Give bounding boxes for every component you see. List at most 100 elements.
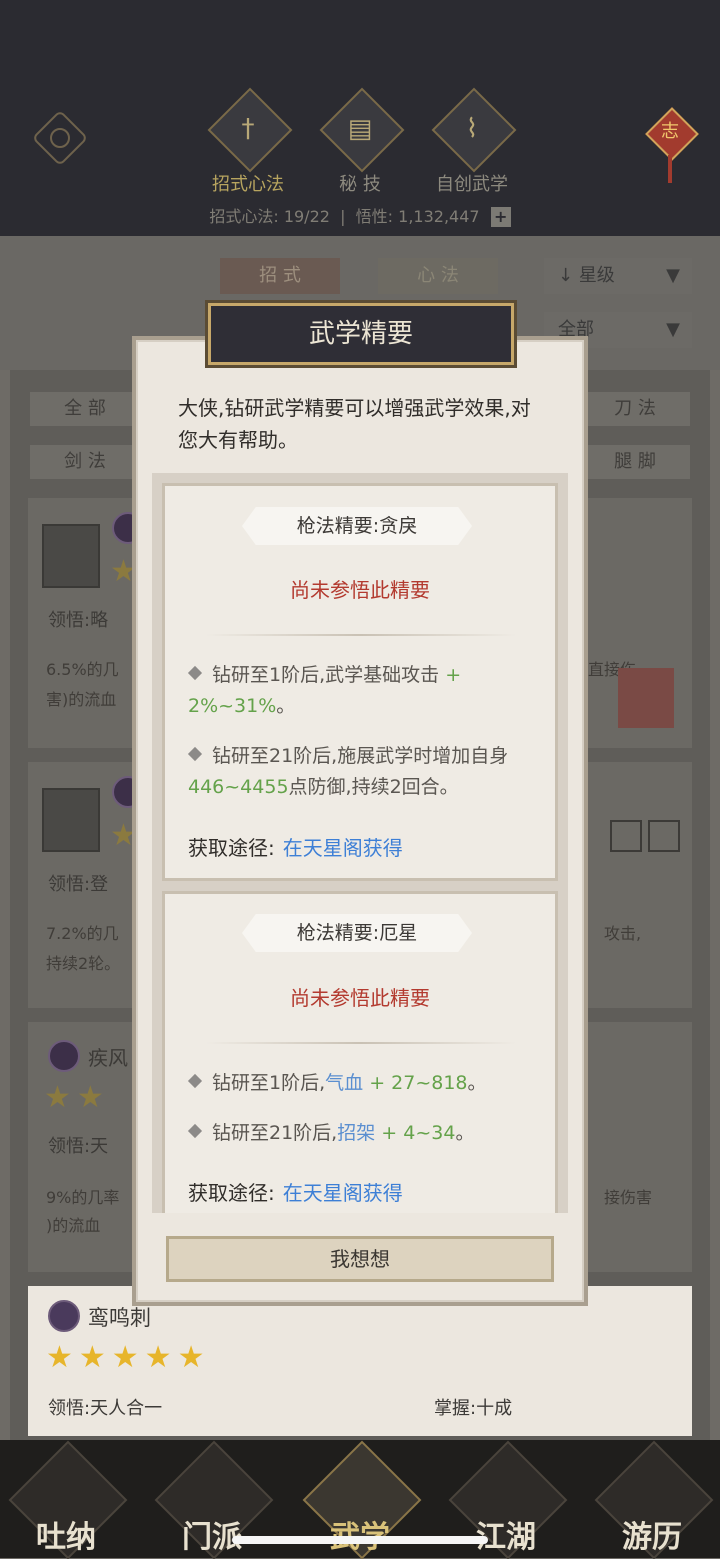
entry-caption: 枪法精要:厄星 (242, 914, 472, 952)
skill-name: 疾风 (88, 1046, 128, 1070)
desc-left: 6.5%的几 (46, 660, 119, 679)
skill-badge-icon (48, 1040, 80, 1072)
tab-label: 自创武学 (436, 174, 508, 195)
desc-right: 攻击, (604, 924, 642, 943)
comprehend-text: 领悟:略 (48, 610, 109, 631)
route-link[interactable]: 在天星阁获得 (283, 1181, 403, 1205)
effect-line: 钻研至21阶后,招架 + 4~34。 (187, 1118, 538, 1149)
tab-secret[interactable]: ▤ 秘 技 (319, 87, 405, 195)
modal-intro: 大侠,钻研武学精要可以增强武学效果,对您大有帮助。 (178, 396, 531, 452)
charm-button[interactable]: 志 (645, 85, 699, 185)
tassel-icon (668, 155, 672, 183)
route-line: 获取途径: 在天星阁获得 (188, 832, 403, 861)
filter-pill-legs[interactable]: 腿 脚 (580, 445, 690, 479)
nav-label: 门派 (182, 1520, 242, 1555)
nav-jianghu[interactable]: 江湖 (448, 1440, 568, 1559)
comprehend-text: 领悟:登 (48, 874, 109, 895)
route-label: 获取途径: (188, 1181, 275, 1205)
effect-stat: 气血 (325, 1072, 364, 1094)
chevron-down-icon: ▼ (666, 265, 680, 286)
nav-label: 武学 (314, 1512, 406, 1556)
effect-suffix: 点防御,持续2回合。 (288, 776, 459, 798)
tab-skills[interactable]: 心 法 (378, 258, 498, 294)
list-item[interactable]: 鸾鸣刺 ★★★★★ 领悟:天人合一 掌握:十成 (28, 1286, 692, 1436)
effect-value: + 4~34 (381, 1122, 456, 1144)
effect-line: 钻研至21阶后,施展武学时增加自身 446~4455点防御,持续2回合。 (187, 741, 538, 803)
desc-left-2: 持续2轮。 (46, 954, 121, 973)
nav-martial[interactable]: 武学 (302, 1440, 422, 1559)
effect-prefix: 钻研至1阶后, (212, 1072, 326, 1094)
moves-count-label: 招式心法: (209, 207, 279, 226)
tool-icon (610, 820, 642, 852)
sword-icon: † (241, 114, 255, 144)
effect-suffix: 。 (276, 695, 296, 717)
route-link[interactable]: 在天星阁获得 (283, 836, 403, 860)
tab-self-created[interactable]: ⌇ 自创武学 (431, 87, 517, 195)
entry-status: 尚未参悟此精要 (290, 578, 430, 602)
effect-line: 钻研至1阶后,武学基础攻击 + 2%~31%。 (187, 660, 538, 722)
think-button[interactable]: 我想想 (166, 1236, 554, 1282)
nav-breathing[interactable]: 吐纳 (8, 1440, 128, 1559)
home-indicator[interactable] (232, 1536, 488, 1544)
stats-line: 招式心法: 19/22 | 悟性: 1,132,447 + (0, 203, 720, 227)
tool-icon (648, 820, 680, 852)
scroll-icon: ⌇ (465, 114, 479, 144)
desc-left-2: 害)的流血 (46, 690, 117, 709)
chevron-down-icon: ▼ (666, 319, 680, 340)
diamond-bullet-icon (187, 746, 203, 762)
comprehend-text: 领悟:天人合一 (48, 1398, 163, 1419)
effect-suffix: 。 (467, 1072, 487, 1094)
diamond-bullet-icon (187, 665, 203, 681)
modal-title: 武学精要 (208, 303, 514, 365)
filter-pill-sword[interactable]: 剑 法 (30, 445, 140, 479)
eye-pupil (50, 128, 70, 148)
comprehend-text: 领悟:天 (48, 1136, 109, 1157)
effect-prefix: 钻研至1阶后,武学基础攻击 (212, 664, 440, 686)
effect-line: 钻研至1阶后,气血 + 27~818。 (187, 1068, 538, 1099)
nav-label: 游历 (622, 1520, 682, 1555)
filter-pill-all[interactable]: 全 部 (30, 392, 140, 426)
diamond-bullet-icon (187, 1073, 203, 1089)
effect-prefix: 钻研至21阶后,施展武学时增加自身 (212, 745, 509, 767)
upgrade-icon (42, 524, 100, 588)
sort-value: 星级 (578, 265, 615, 286)
effect-value: + 27~818 (369, 1072, 468, 1094)
book-icon: ▤ (347, 114, 373, 144)
divider (206, 634, 516, 636)
seal-icon (618, 668, 674, 728)
route-label: 获取途径: (188, 836, 275, 860)
nav-label: 江湖 (476, 1520, 536, 1555)
sort-select[interactable]: ↓ 星级 ▼ (544, 258, 692, 294)
nav-travel[interactable]: 游历 (594, 1440, 714, 1559)
desc-left: 9%的几率 (46, 1188, 120, 1207)
tab-moves-mental[interactable]: † 招式心法 (207, 87, 293, 195)
diamond-bullet-icon (187, 1123, 203, 1139)
entry-status: 尚未参悟此精要 (290, 986, 430, 1010)
nav-label: 吐纳 (36, 1520, 96, 1555)
divider (206, 1042, 516, 1044)
route-line: 获取途径: 在天星阁获得 (188, 1177, 403, 1206)
desc-right: 接伤害 (604, 1188, 653, 1207)
upgrade-icon (42, 788, 100, 852)
nav-sect[interactable]: 门派 (154, 1440, 274, 1559)
star-rating: ★★ (44, 1080, 110, 1115)
effect-stat: 招架 (337, 1122, 376, 1144)
desc-left: 7.2%的几 (46, 924, 119, 943)
entry-caption: 枪法精要:贪戾 (242, 507, 472, 545)
insight-value: 1,132,447 (398, 207, 480, 226)
effect-value: 446~4455 (188, 776, 289, 798)
skill-badge-icon (48, 1300, 80, 1332)
moves-count: 19/22 (283, 207, 330, 226)
charm-label: 志 (661, 121, 679, 142)
add-insight-button[interactable]: + (490, 207, 511, 227)
insight-label: 悟性: (355, 207, 394, 226)
effect-prefix: 钻研至21阶后, (212, 1122, 338, 1144)
filter-pill-saber[interactable]: 刀 法 (580, 392, 690, 426)
tab-label: 秘 技 (339, 174, 381, 195)
star-rating: ★★★★★ (46, 1340, 211, 1375)
desc-left-2: )的流血 (46, 1216, 101, 1235)
tab-label: 招式心法 (212, 174, 284, 195)
mastery-text: 掌握:十成 (434, 1398, 513, 1419)
tab-moves[interactable]: 招 式 (220, 258, 340, 294)
effect-suffix: 。 (455, 1122, 475, 1144)
